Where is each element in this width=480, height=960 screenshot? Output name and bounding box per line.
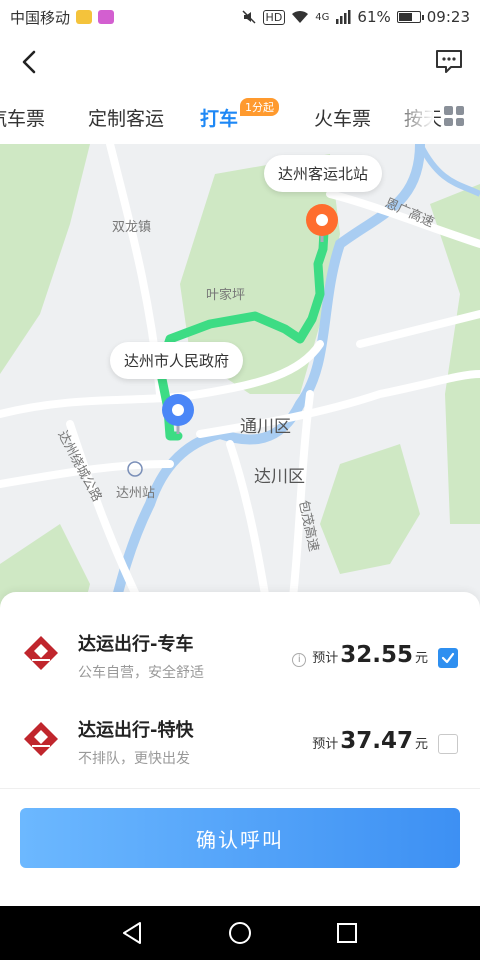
destination-label: 达州客运北站 [264,155,383,192]
map-label-dachuan: 达川区 [254,467,305,487]
battery-icon [396,11,424,23]
battery-level [398,13,413,21]
app-notification-icon [98,10,115,24]
daiyun-logo-icon [24,722,58,756]
option-price: 预计 37.47 元 [312,728,428,754]
taxi-price-badge: 1分起 [240,98,279,116]
origin-label: 达州市人民政府 [110,342,244,379]
daiyun-logo-icon [24,636,58,670]
header [0,34,480,88]
mail-notification-icon [76,10,93,24]
checkbox-checked-icon[interactable] [438,648,458,668]
ride-option-premium[interactable]: 达运出行-专车 公车自营，安全舒适 i 预计 32.55 元 [0,614,480,700]
clock: 09:23 [426,8,470,26]
info-icon[interactable]: i [292,653,307,667]
map-label-yejiaping: 叶家坪 [206,288,246,303]
price-value: 37.47 [340,728,413,754]
map-label-dazhou-station: 达州站 [116,486,156,501]
signal-icon [336,10,351,24]
price-value: 32.55 [340,642,413,668]
map-view[interactable]: 双龙镇 叶家坪 通川区 达川区 达州站 恩广高速 包茂高速 达州绕城公路 达州客… [0,144,480,624]
tab-custom-transit[interactable]: 定制客运 [88,104,164,131]
ride-option-express[interactable]: 达运出行-特快 不排队，更快出发 预计 37.47 元 [0,700,480,786]
option-subtitle: 公车自营，安全舒适 [78,665,204,681]
divider [0,788,480,789]
back-triangle-icon[interactable] [120,920,146,946]
network-type: 4G [315,11,330,23]
wifi-icon [292,10,309,23]
tab-taxi[interactable]: 打车 [200,104,238,131]
tab-train-ticket[interactable]: 火车票 [314,104,371,131]
grid-menu-icon[interactable] [444,106,464,126]
map-label-shuanglong: 双龙镇 [112,220,152,235]
map-label-tongchuan: 通川区 [240,417,291,437]
option-subtitle: 不排队，更快出发 [78,751,190,767]
option-price: i 预计 32.55 元 [292,642,428,668]
confirm-call-button[interactable]: 确认呼叫 [20,808,460,868]
chevron-left-icon[interactable] [14,46,46,78]
battery-percent: 61% [357,8,391,26]
message-icon[interactable] [434,46,464,76]
carrier-name: 中国移动 [10,8,71,27]
checkbox-unchecked-icon[interactable] [438,734,458,754]
system-nav-bar [0,906,480,960]
hd-icon: HD [262,9,286,25]
home-circle-icon[interactable] [227,920,253,946]
tab-bus-ticket[interactable]: 汽车票 [0,104,45,131]
ride-options-sheet: 达运出行-专车 公车自营，安全舒适 i 预计 32.55 元 达运出行-特快 不… [0,592,480,906]
status-bar: 中国移动 HD 4G 61% 09:23 [0,0,480,34]
mute-icon [242,10,256,24]
service-tabs: 汽车票 定制客运 打车 1分起 火车票 按天 [0,88,480,144]
option-title: 达运出行-专车 [78,634,194,655]
option-title: 达运出行-特快 [78,720,194,741]
recent-apps-icon[interactable] [334,920,360,946]
